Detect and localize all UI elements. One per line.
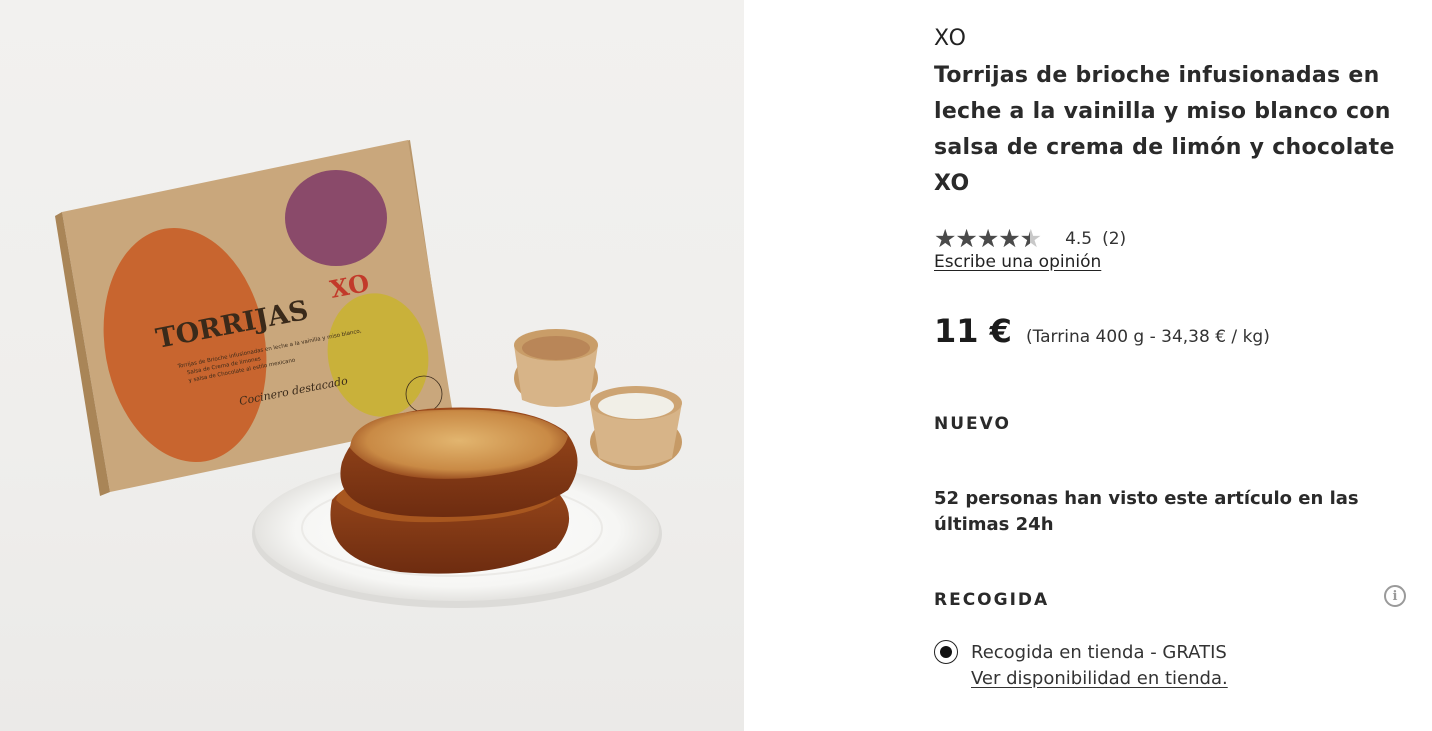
new-badge: NUEVO xyxy=(934,414,1011,434)
rating-row: ★★★★★ ★★★★★ 4.5 (2) xyxy=(934,226,1126,252)
write-review-link[interactable]: Escribe una opinión xyxy=(934,252,1101,272)
info-icon[interactable]: i xyxy=(1384,585,1406,607)
rating-value: 4.5 xyxy=(1065,229,1093,249)
store-pickup-radio[interactable] xyxy=(934,640,958,664)
store-pickup-label: Recogida en tienda - GRATIS xyxy=(971,641,1227,663)
store-availability-link[interactable]: Ver disponibilidad en tienda. xyxy=(971,668,1228,689)
product-photo: TORRIJAS XO Torrijas de Brioche infusion… xyxy=(55,140,682,608)
store-pickup-option[interactable]: Recogida en tienda - GRATIS xyxy=(934,640,1227,664)
unit-price: (Tarrina 400 g - 34,38 € / kg) xyxy=(1025,327,1270,347)
views-notice: 52 personas han visto este artículo en l… xyxy=(934,488,1359,535)
pickup-heading: RECOGIDA xyxy=(934,590,1050,610)
rating-count[interactable]: (2) xyxy=(1102,229,1126,249)
price-row: 11 € (Tarrina 400 g - 34,38 € / kg) xyxy=(934,312,1270,350)
rating-stars: ★★★★★ ★★★★★ xyxy=(934,226,1042,252)
product-image: TORRIJAS XO Torrijas de Brioche infusion… xyxy=(0,0,744,731)
radio-selected-dot xyxy=(940,646,952,658)
product-brand[interactable]: XO xyxy=(934,26,967,51)
price: 11 € xyxy=(934,312,1012,350)
product-title: Torrijas de brioche infusionadas en lech… xyxy=(934,63,1395,196)
star-fill-icon: ★★★★★ xyxy=(934,226,1030,252)
